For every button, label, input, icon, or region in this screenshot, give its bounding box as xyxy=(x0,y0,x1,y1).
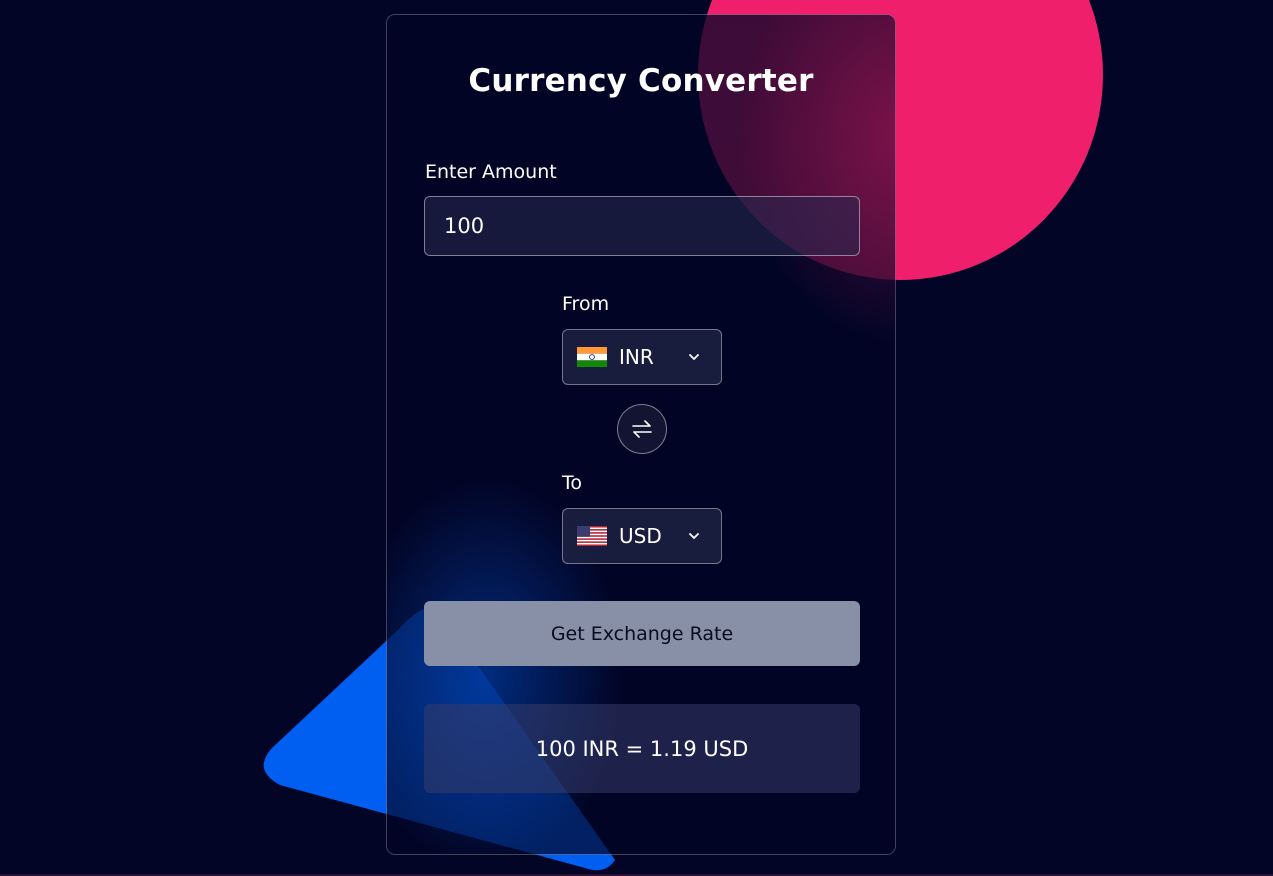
page-title: Currency Converter xyxy=(468,63,814,99)
from-currency-value: INR xyxy=(619,345,654,369)
swap-arrows-icon xyxy=(632,420,652,438)
app-background: Currency Converter Enter Amount From INR xyxy=(0,0,1273,876)
from-currency-select[interactable]: INR xyxy=(562,329,722,385)
us-flag-icon xyxy=(577,526,607,546)
from-label: From xyxy=(562,293,610,315)
india-flag-icon xyxy=(577,347,607,367)
exchange-result-text: 100 INR = 1.19 USD xyxy=(535,736,749,761)
to-label: To xyxy=(562,472,583,494)
converter-card: Currency Converter Enter Amount From INR xyxy=(386,14,896,855)
to-currency-value: USD xyxy=(619,524,662,548)
amount-input[interactable] xyxy=(424,196,860,256)
swap-currencies-button[interactable] xyxy=(617,404,667,454)
exchange-result: 100 INR = 1.19 USD xyxy=(424,704,860,793)
chevron-down-icon xyxy=(689,533,699,539)
amount-label: Enter Amount xyxy=(425,161,557,183)
to-currency-select[interactable]: USD xyxy=(562,508,722,564)
chevron-down-icon xyxy=(689,354,699,360)
get-exchange-rate-button[interactable]: Get Exchange Rate xyxy=(424,601,860,666)
